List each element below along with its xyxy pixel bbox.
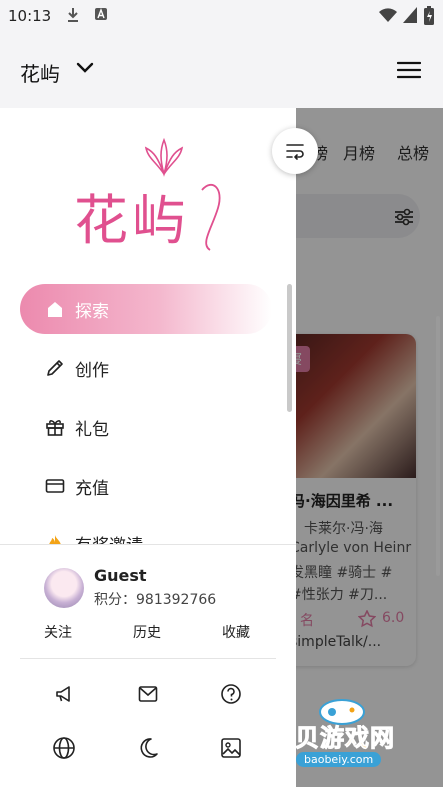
wrap-text-icon [286,144,304,160]
lily-flower-icon [144,138,184,177]
nav-label: 创作 [75,360,109,381]
help-icon[interactable] [219,682,243,706]
card-icon [45,476,65,496]
menu-icon[interactable] [397,60,421,80]
app-title[interactable]: 花屿 [20,58,60,87]
wifi-icon [379,8,397,22]
status-bar: 10:13 [0,0,443,32]
watermark-url: baobeiy.com [296,752,382,767]
follow-link[interactable]: 关注 [44,622,72,642]
mail-icon[interactable] [136,682,160,706]
nav-label: 有奖邀请 [75,531,143,544]
favorites-link[interactable]: 收藏 [222,622,250,642]
page-scrollbar[interactable] [436,316,440,576]
home-icon [45,299,65,319]
app-bar: 花屿 [0,32,443,108]
navigation-drawer: 花屿 探索 创作 礼包 充值 有奖邀请 Guest 积分： [0,108,296,787]
logo-swirl [201,184,221,251]
notification-a-icon [95,8,107,20]
history-link[interactable]: 历史 [133,622,161,642]
nav-item-explore[interactable]: 探索 [20,284,272,334]
moon-icon[interactable] [136,736,160,760]
signal-icon [403,7,417,23]
battery-icon [424,6,434,25]
status-time: 10:13 [8,7,52,25]
download-icon [68,8,78,22]
nav-item-recharge[interactable]: 充值 [20,461,272,511]
nav-item-create[interactable]: 创作 [20,343,272,393]
globe-icon[interactable] [52,736,76,760]
nav-item-gift[interactable]: 礼包 [20,402,272,452]
nav-label: 充值 [75,478,109,499]
pencil-icon [45,358,65,378]
nav-label: 礼包 [75,419,109,440]
divider [20,658,276,659]
nav-label: 探索 [75,301,109,322]
drawer-scrollbar[interactable] [287,284,292,412]
megaphone-icon[interactable] [52,682,76,706]
chevron-down-icon[interactable] [76,58,94,78]
image-icon[interactable] [219,736,243,760]
collapse-drawer-button[interactable] [272,128,318,174]
user-links: 关注 历史 收藏 [0,622,296,646]
avatar[interactable] [44,568,84,608]
brand-logo: 花屿 [68,138,228,254]
nav-item-invite[interactable]: 有奖邀请 [20,520,272,544]
user-points: 积分：981392766 [94,592,217,608]
divider [0,544,296,545]
fire-icon [45,533,65,544]
user-name: Guest [94,566,147,585]
logo-text: 花屿 [74,189,190,252]
gift-icon [45,417,65,437]
